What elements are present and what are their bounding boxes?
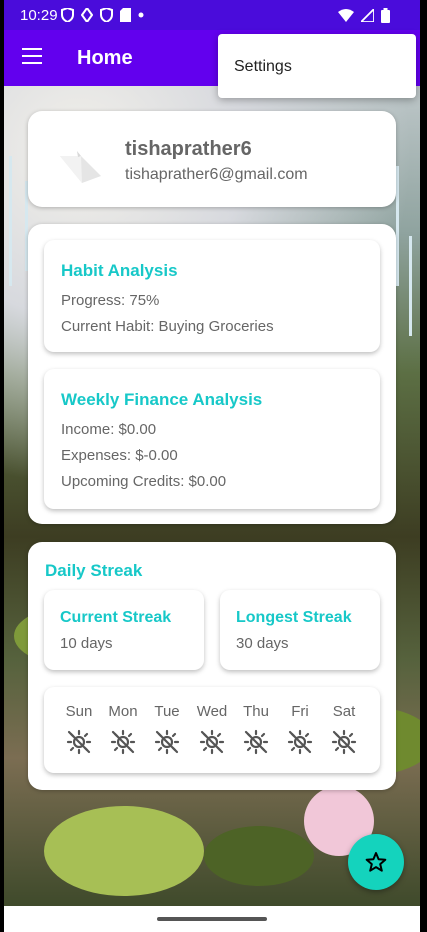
- expenses-text: Expenses: $-0.00: [61, 447, 178, 464]
- current-streak-card[interactable]: Current Streak 10 days: [44, 590, 204, 670]
- phone-screen: 10:29 Home Settings tishaprather6 tishap…: [4, 0, 420, 932]
- dot-icon: [138, 12, 144, 18]
- day-label-tue: Tue: [154, 703, 180, 720]
- day-label-wed: Wed: [196, 703, 228, 720]
- battery-icon: [381, 8, 390, 23]
- shield-icon: [61, 8, 74, 22]
- home-gesture-handle[interactable]: [157, 917, 267, 921]
- weekday-card: Sun Mon Tue Wed Thu Fri Sat: [44, 687, 380, 773]
- signal-icon: [361, 9, 374, 22]
- habit-progress-text: Progress: 75%: [61, 292, 160, 309]
- daily-streak-title: Daily Streak: [45, 561, 143, 580]
- page-title: Home: [77, 47, 133, 69]
- analysis-panel: Habit Analysis Progress: 75% Current Hab…: [28, 224, 396, 524]
- shield-icon: [100, 8, 113, 22]
- profile-email: tishaprather6@gmail.com: [125, 166, 308, 183]
- status-notification-icons: [61, 8, 144, 22]
- day-label-fri: Fri: [291, 703, 309, 720]
- daily-streak-panel: Daily Streak Current Streak 10 days Long…: [28, 542, 396, 790]
- current-streak-label: Current Streak: [60, 609, 172, 626]
- upcoming-credits-text: Upcoming Credits: $0.00: [61, 473, 227, 490]
- data-saver-icon: [81, 8, 93, 22]
- finance-analysis-title: Weekly Finance Analysis: [61, 390, 263, 409]
- current-streak-value: 10 days: [60, 635, 113, 652]
- hamburger-menu-icon[interactable]: [22, 48, 42, 64]
- status-time: 10:29: [20, 7, 58, 24]
- star-icon: [365, 852, 387, 872]
- sun-off-icon: [66, 729, 92, 755]
- habit-analysis-title: Habit Analysis: [61, 261, 178, 280]
- profile-image-icon: [60, 151, 101, 183]
- finance-analysis-card[interactable]: Weekly Finance Analysis Income: $0.00 Ex…: [44, 369, 380, 509]
- navigation-bar: [4, 906, 420, 932]
- profile-card: tishaprather6 tishaprather6@gmail.com: [28, 111, 396, 207]
- status-system-icons: [338, 8, 390, 23]
- favorite-fab-button[interactable]: [348, 834, 404, 890]
- overflow-menu: Settings: [218, 34, 416, 98]
- profile-username: tishaprather6: [125, 138, 252, 160]
- sun-off-icon: [331, 729, 357, 755]
- day-label-thu: Thu: [243, 703, 269, 720]
- sun-off-icon: [287, 729, 313, 755]
- habit-analysis-card[interactable]: Habit Analysis Progress: 75% Current Hab…: [44, 240, 380, 352]
- status-bar: 10:29: [4, 0, 420, 30]
- day-label-mon: Mon: [108, 703, 138, 720]
- sun-off-icon: [199, 729, 225, 755]
- day-label-sat: Sat: [332, 703, 356, 720]
- longest-streak-card[interactable]: Longest Streak 30 days: [220, 590, 380, 670]
- wifi-icon: [338, 9, 354, 22]
- longest-streak-value: 30 days: [236, 635, 289, 652]
- menu-item-settings[interactable]: Settings: [234, 58, 292, 76]
- sun-off-icon: [243, 729, 269, 755]
- sd-card-icon: [120, 8, 131, 22]
- day-label-sun: Sun: [65, 703, 93, 720]
- sun-off-icon: [110, 729, 136, 755]
- sun-off-icon: [154, 729, 180, 755]
- current-habit-text: Current Habit: Buying Groceries: [61, 318, 274, 335]
- income-text: Income: $0.00: [61, 421, 157, 438]
- longest-streak-label: Longest Streak: [236, 609, 352, 626]
